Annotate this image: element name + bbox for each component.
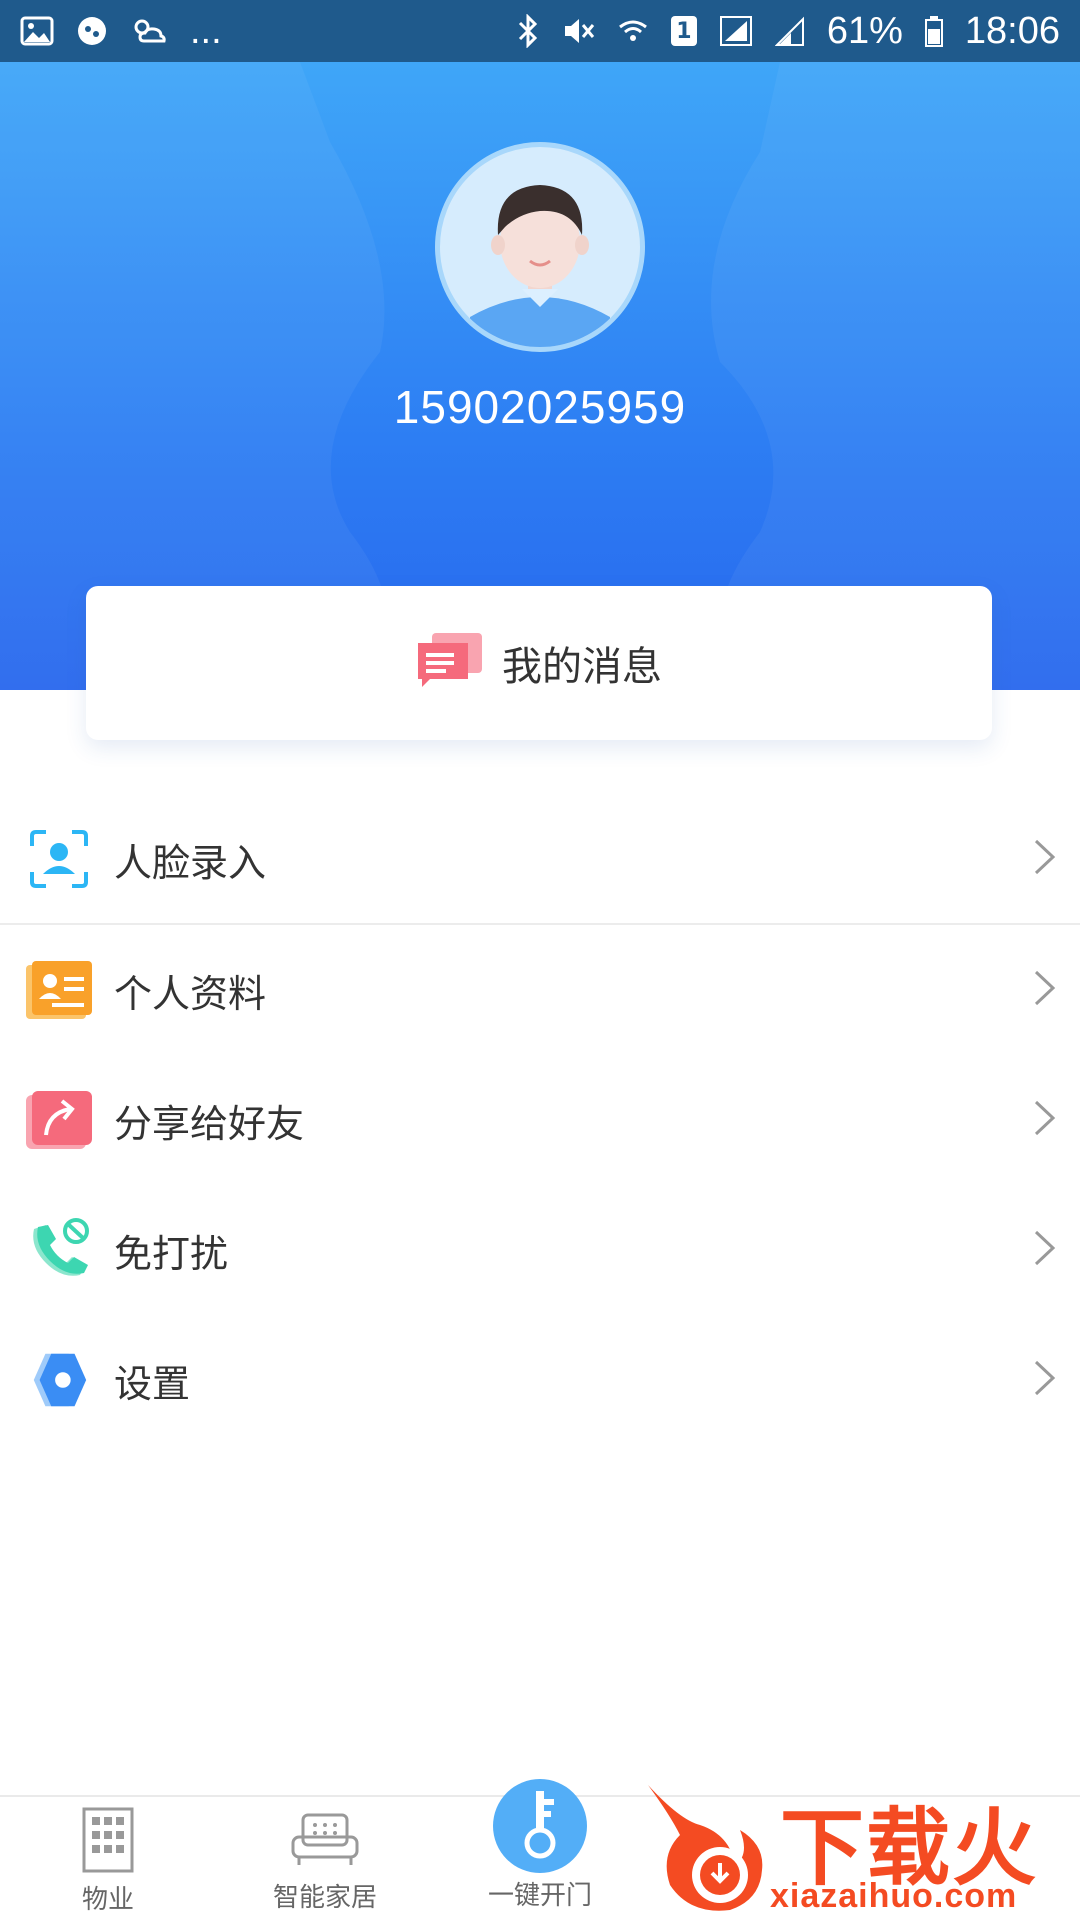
open-door-button[interactable] [493,1779,587,1873]
key-icon [515,1787,565,1865]
my-messages-button[interactable]: 我的消息 [86,586,992,740]
gear-icon [26,1347,92,1413]
flame-logo [648,1785,763,1911]
menu-item-label: 个人资料 [114,971,267,1016]
menu-item-settings[interactable]: 设置 [0,1315,1080,1445]
sofa-icon [289,1813,361,1877]
signal-icon-2 [774,15,805,47]
sim-icon: 1 [670,16,697,46]
wifi-icon [617,15,649,47]
watermark: 下载火 xiazaihuo.com [640,1775,1080,1920]
chevron-right-icon [1032,1098,1058,1142]
weather-notification-icon [130,15,168,47]
battery-percent: 61% [826,9,903,52]
more-notifications: ... [190,9,222,52]
status-bar: ... 1 61% 18:06 [0,0,1080,62]
nav-open-door[interactable]: 一键开门 [470,1875,610,1912]
battery-icon [924,15,943,47]
chevron-right-icon [1032,837,1058,881]
mute-icon [561,15,595,47]
share-icon [26,1087,92,1153]
menu-item-personal-info[interactable]: 个人资料 [0,925,1080,1055]
phone-number: 15902025959 [393,381,687,433]
menu-item-label: 分享给好友 [114,1101,305,1146]
menu-item-label: 人脸录入 [114,840,267,885]
avatar[interactable] [435,142,645,352]
game-notification-icon [76,15,108,47]
nav-smart-home[interactable]: 智能家居 [265,1807,385,1914]
menu-item-label: 设置 [114,1361,191,1406]
do-not-disturb-phone-icon [26,1217,92,1283]
face-scan-icon [26,826,92,892]
menu-item-label: 免打扰 [114,1231,229,1276]
signal-icon [719,15,753,47]
message-icon [416,631,484,695]
menu-item-face-enroll[interactable]: 人脸录入 [0,795,1080,925]
watermark-url: xiazaihuo.com [770,1877,1018,1915]
nav-smart-home-label: 智能家居 [272,1883,377,1913]
menu-item-share[interactable]: 分享给好友 [0,1055,1080,1185]
image-notification-icon [20,16,54,46]
chevron-right-icon [1032,1358,1058,1402]
bluetooth-icon [517,14,539,48]
clock: 18:06 [964,9,1060,52]
nav-property-label: 物业 [81,1885,134,1915]
profile-card-icon [26,957,92,1023]
my-messages-label: 我的消息 [502,644,662,690]
menu-item-do-not-disturb[interactable]: 免打扰 [0,1185,1080,1315]
chevron-right-icon [1032,1228,1058,1272]
nav-property[interactable]: 物业 [58,1803,158,1916]
settings-menu: 人脸录入 个人资料 分享给好友 免打扰 设置 [0,795,1080,1445]
chevron-right-icon [1032,968,1058,1012]
nav-open-door-label: 一键开门 [487,1881,592,1911]
building-icon [72,1807,144,1879]
